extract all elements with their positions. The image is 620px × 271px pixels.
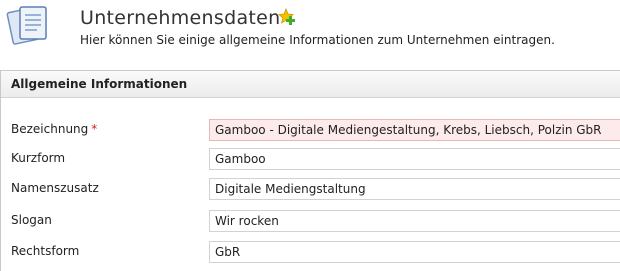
- namenszusatz-input[interactable]: [209, 178, 620, 200]
- page-title: Unternehmensdaten: [80, 7, 281, 29]
- bezeichnung-input[interactable]: [209, 119, 620, 141]
- field-label-namenszusatz: Namenszusatz: [11, 181, 99, 195]
- field-label-slogan: Slogan: [11, 213, 52, 227]
- field-label-rechtsform: Rechtsform: [11, 244, 80, 258]
- form-row-rechtsform: Rechtsform: [1, 241, 620, 263]
- form-row-namenszusatz: Namenszusatz: [1, 178, 620, 200]
- general-info-panel: Allgemeine Informationen Bezeichnung* Ku…: [0, 70, 620, 271]
- field-label-bezeichnung: Bezeichnung *: [11, 122, 98, 136]
- rechtsform-input[interactable]: [209, 241, 620, 263]
- slogan-input[interactable]: [209, 210, 620, 232]
- star-add-icon[interactable]: [278, 7, 296, 26]
- form-row-kurzform: Kurzform: [1, 148, 620, 170]
- required-marker: *: [91, 122, 98, 136]
- panel-title: Allgemeine Informationen: [1, 71, 620, 98]
- form-row-slogan: Slogan: [1, 210, 620, 232]
- documents-icon: [6, 2, 54, 48]
- page-subtitle: Hier können Sie einige allgemeine Inform…: [80, 33, 555, 47]
- field-label-kurzform: Kurzform: [11, 151, 66, 165]
- form-row-bezeichnung: Bezeichnung *: [1, 119, 620, 141]
- kurzform-input[interactable]: [209, 148, 620, 170]
